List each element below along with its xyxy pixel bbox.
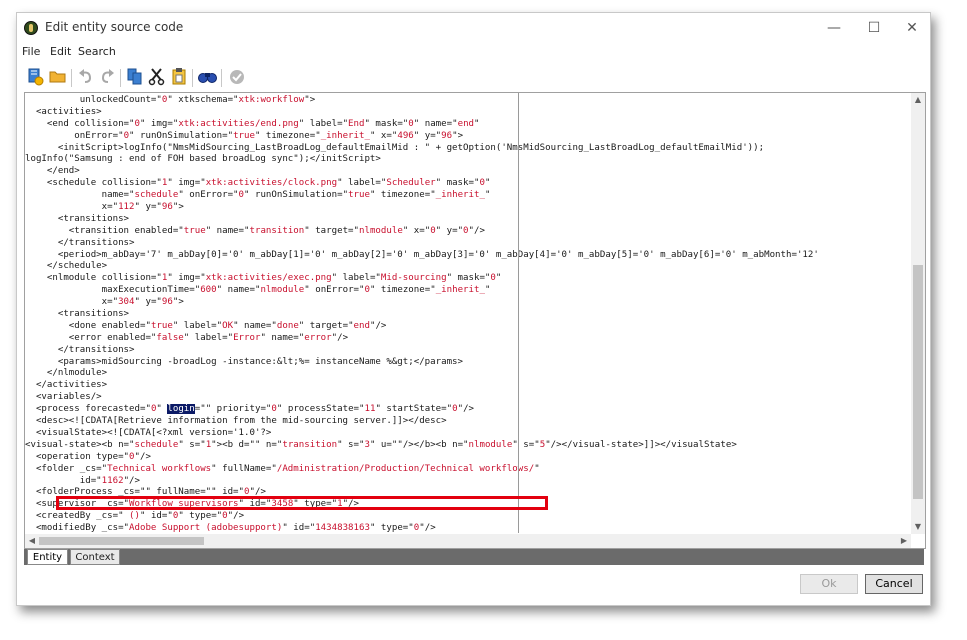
column-marker xyxy=(518,93,519,533)
code-line[interactable]: <variables/> xyxy=(25,392,911,404)
code-line[interactable]: </end> xyxy=(25,166,911,178)
title-bar: Edit entity source code — ☐ ✕ xyxy=(17,13,930,43)
code-line[interactable]: <end collision="0" img="xtk:activities/e… xyxy=(25,119,911,131)
open-folder-icon[interactable] xyxy=(48,66,68,88)
code-line[interactable]: </nlmodule> xyxy=(25,368,911,380)
code-line[interactable]: maxExecutionTime="600" name="nlmodule" o… xyxy=(25,285,911,297)
code-line[interactable]: </transitions> xyxy=(25,345,911,357)
scroll-down-icon[interactable]: ▼ xyxy=(911,520,925,534)
app-icon xyxy=(24,21,38,35)
paste-icon[interactable] xyxy=(169,66,189,88)
menu-search[interactable]: Search xyxy=(78,45,116,58)
vertical-scroll-thumb[interactable] xyxy=(913,265,923,499)
code-line[interactable]: <period>m_abDay='7' m_abDay[0]='0' m_abD… xyxy=(25,250,911,262)
code-line[interactable]: name="schedule" onError="0" runOnSimulat… xyxy=(25,190,911,202)
code-line[interactable]: <desc><![CDATA[Retrieve information from… xyxy=(25,416,911,428)
code-line[interactable]: <operation type="0"/> xyxy=(25,452,911,464)
code-line[interactable]: <visual-state><b n="schedule" s="1"><b d… xyxy=(25,440,911,452)
code-line[interactable]: x="112" y="96"> xyxy=(25,202,911,214)
code-line[interactable]: <folder _cs="Technical workflows" fullNa… xyxy=(25,464,911,476)
code-line[interactable]: <error enabled="false" label="Error" nam… xyxy=(25,333,911,345)
minimize-icon[interactable]: — xyxy=(825,19,843,37)
code-line[interactable]: <transitions> xyxy=(25,309,911,321)
code-line[interactable]: <initScript>logInfo("NmsMidSourcing_Last… xyxy=(25,143,911,155)
code-line[interactable]: <done enabled="true" label="OK" name="do… xyxy=(25,321,911,333)
tab-context[interactable]: Context xyxy=(70,549,120,565)
code-line[interactable]: </schedule> xyxy=(25,261,911,273)
code-line[interactable]: </transitions> xyxy=(25,238,911,250)
code-line[interactable]: <transition enabled="true" name="transit… xyxy=(25,226,911,238)
cancel-button[interactable]: Cancel xyxy=(865,574,923,594)
code-line[interactable]: <visualState><![CDATA[<?xml version='1.0… xyxy=(25,428,911,440)
code-line[interactable]: <modifiedBy _cs="Adobe Support (adobesup… xyxy=(25,523,911,533)
code-line[interactable]: <nlmodule collision="1" img="xtk:activit… xyxy=(25,273,911,285)
toolbar xyxy=(24,66,924,90)
find-icon[interactable] xyxy=(197,66,217,88)
code-line[interactable]: <process forecasted="0" login="" priorit… xyxy=(25,404,911,416)
window-title: Edit entity source code xyxy=(45,20,184,34)
copy-icon[interactable] xyxy=(125,66,145,88)
edit-source-dialog: Edit entity source code — ☐ ✕ File Edit … xyxy=(16,12,931,606)
code-line[interactable]: </activities> xyxy=(25,380,911,392)
new-icon[interactable] xyxy=(26,66,46,88)
tab-entity[interactable]: Entity xyxy=(27,549,68,565)
code-text-area[interactable]: unlockedCount="0" xtkschema="xtk:workflo… xyxy=(25,95,911,533)
close-icon[interactable]: ✕ xyxy=(903,19,921,37)
redo-icon[interactable] xyxy=(97,66,117,88)
ok-button[interactable]: Ok xyxy=(800,574,858,594)
menu-file[interactable]: File xyxy=(22,45,40,58)
maximize-icon[interactable]: ☐ xyxy=(865,19,883,37)
code-line[interactable]: logInfo("Samsung : end of FOH based broa… xyxy=(25,154,911,166)
code-line[interactable]: <params>midSourcing -broadLog -instance:… xyxy=(25,357,911,369)
validate-icon[interactable] xyxy=(227,66,247,88)
undo-icon[interactable] xyxy=(76,66,96,88)
vertical-scrollbar[interactable]: ▲ ▼ xyxy=(911,93,925,534)
tab-strip: Entity Context xyxy=(24,549,924,565)
code-line[interactable]: onError="0" runOnSimulation="true" timez… xyxy=(25,131,911,143)
scroll-left-icon[interactable]: ◀ xyxy=(25,534,39,548)
horizontal-scrollbar[interactable]: ◀ ▶ xyxy=(25,534,911,548)
code-line[interactable]: id="1162"/> xyxy=(25,476,911,488)
scroll-right-icon[interactable]: ▶ xyxy=(897,534,911,548)
cut-icon[interactable] xyxy=(147,66,167,88)
scroll-up-icon[interactable]: ▲ xyxy=(911,93,925,107)
menu-bar: File Edit Search xyxy=(17,43,930,63)
horizontal-scroll-thumb[interactable] xyxy=(39,537,204,545)
code-line[interactable]: <createdBy _cs=" ()" id="0" type="0"/> xyxy=(25,511,911,523)
code-line[interactable]: <activities> xyxy=(25,107,911,119)
highlight-box xyxy=(56,496,548,510)
menu-edit[interactable]: Edit xyxy=(50,45,71,58)
code-line[interactable]: unlockedCount="0" xtkschema="xtk:workflo… xyxy=(25,95,911,107)
code-line[interactable]: x="304" y="96"> xyxy=(25,297,911,309)
code-line[interactable]: <schedule collision="1" img="xtk:activit… xyxy=(25,178,911,190)
code-editor[interactable]: unlockedCount="0" xtkschema="xtk:workflo… xyxy=(24,92,926,549)
code-line[interactable]: <transitions> xyxy=(25,214,911,226)
